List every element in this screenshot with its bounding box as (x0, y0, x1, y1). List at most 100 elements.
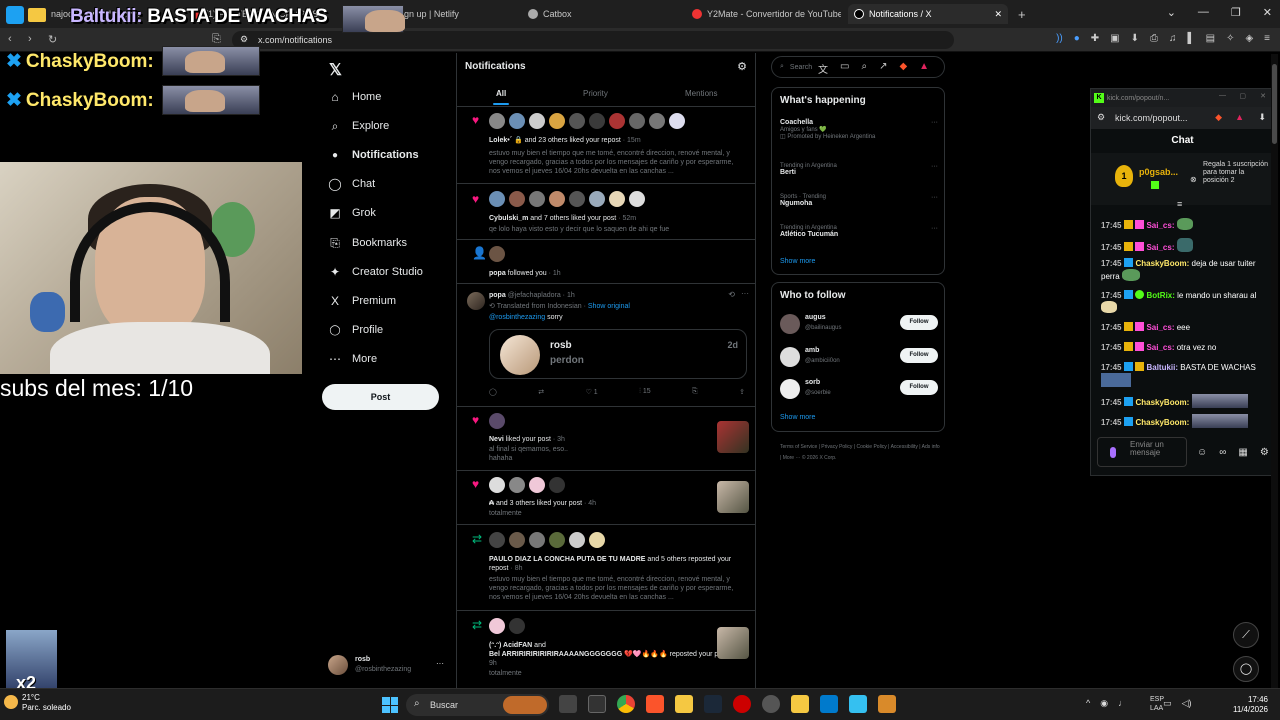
sidebar-item-explore[interactable]: ⌕ Explore (328, 116, 390, 136)
start-button[interactable] (382, 697, 398, 713)
popout-url-bar[interactable]: ⚙ kick.com/popout... ◆ ▲ ⬇ (1091, 107, 1274, 129)
notification-item[interactable]: 👤 popa followed you · 1h (457, 240, 755, 284)
notification-item[interactable]: ⇄ (ᵔ.ᵔ) AcidFAN and Bel ARRIRIRIRIRIRIRAA… (457, 611, 755, 688)
grok-icon[interactable]: ⟲ (728, 290, 735, 299)
obs-icon[interactable] (733, 695, 751, 713)
avatar[interactable] (549, 532, 565, 548)
sidebar-item-grok[interactable]: ◩ Grok (328, 203, 376, 223)
language-indicator[interactable]: ESP LAA (1150, 695, 1164, 713)
post-button[interactable]: Post (322, 384, 439, 410)
avatar[interactable] (467, 292, 485, 310)
taskbar-search[interactable]: ⌕ Buscar (406, 694, 549, 716)
brave-icon[interactable] (646, 695, 664, 713)
avatar[interactable] (509, 113, 525, 129)
chat-username[interactable]: Sai_cs: (1146, 243, 1174, 252)
gear-icon[interactable]: ⚙ (737, 60, 747, 73)
avatar[interactable] (489, 477, 505, 493)
chat-message[interactable]: 17:45 ChaskyBoom: (1101, 414, 1271, 428)
notification-item[interactable]: ♥ Cybulski_m and 7 others liked your pos… (457, 184, 755, 240)
notepad-icon[interactable] (849, 695, 867, 713)
chat-message[interactable]: 17:45 Sai_cs: otra vez no (1101, 342, 1271, 353)
trend-item[interactable]: Trending in Argentina Atlético Tucumán ·… (780, 225, 938, 238)
sidebar-icon[interactable]: ▌ (1188, 33, 1195, 44)
bookmark-icon[interactable]: ⎘ (212, 33, 221, 46)
repost-icon[interactable]: ⇄ (538, 388, 544, 396)
avatar[interactable] (529, 532, 545, 548)
avatar[interactable] (629, 191, 645, 207)
maximize-icon[interactable]: ▢ (1239, 92, 1246, 100)
avatar[interactable] (489, 532, 505, 548)
show-hidden-icon[interactable]: ^ (1086, 698, 1090, 709)
share-icon[interactable]: ⇪ (739, 388, 745, 396)
avatar[interactable] (569, 113, 585, 129)
avatar[interactable] (489, 618, 505, 634)
chat-message[interactable]: 17:45 ChaskyBoom: deja de usar tuiter per… (1101, 258, 1271, 282)
mention-link[interactable]: @rosbinthezazing (489, 314, 545, 321)
pinned-toggle-icon[interactable]: ≡ (1177, 199, 1182, 209)
avatar[interactable] (780, 347, 800, 367)
reload-icon[interactable]: ↻ (48, 33, 57, 46)
gift-sub-prompt[interactable]: Regala 1 suscripción para tomar la posic… (1203, 161, 1269, 185)
vscode-icon[interactable] (820, 695, 838, 713)
chat-username[interactable]: Sai_cs: (1146, 343, 1174, 352)
top-gifter[interactable]: p0gsab... (1139, 167, 1178, 177)
minimize-icon[interactable]: — (1198, 6, 1209, 19)
notification-item[interactable]: ♥ ₳ and 3 others liked your post · 4h to… (457, 471, 755, 525)
chat-username[interactable]: ChaskyBoom: (1135, 398, 1189, 407)
sidebar-item-creator-studio[interactable]: ✦ Creator Studio (328, 262, 423, 282)
avatar[interactable] (549, 113, 565, 129)
avatar[interactable] (569, 532, 585, 548)
wifi-icon[interactable]: )) (1056, 33, 1063, 44)
maximize-icon[interactable]: ❐ (1231, 6, 1241, 19)
avatar[interactable] (489, 413, 505, 429)
more-icon[interactable]: ··· (931, 163, 938, 170)
avatar[interactable] (589, 191, 605, 207)
avatar[interactable] (649, 113, 665, 129)
trend-item[interactable]: Coachella Amigos y fans 💚 ◫ Promoted by … (780, 119, 938, 140)
chat-message[interactable]: 17:45 Sai_cs: (1101, 218, 1271, 231)
notification-item[interactable]: ♥ Lolek•´ 🔒 and 23 others liked your rep… (457, 107, 755, 184)
sidebar-item-premium[interactable]: X Premium (328, 291, 396, 311)
post-thumbnail[interactable] (717, 481, 749, 513)
like-button[interactable]: ♡ 1 (586, 388, 598, 396)
chat-username[interactable]: ChaskyBoom: (1135, 259, 1189, 268)
follow-suggestion[interactable]: augus @bailinaugus Follow (780, 311, 938, 337)
mic-icon[interactable] (1110, 447, 1116, 458)
quoted-post[interactable]: rosb perdon 2d (489, 329, 747, 379)
file-explorer-icon[interactable] (675, 695, 693, 713)
volume-icon[interactable]: ◁) (1182, 698, 1192, 709)
user-name[interactable]: popa (489, 292, 506, 299)
more-icon[interactable]: ··· (741, 289, 749, 298)
ai-icon[interactable]: ✧ (1226, 33, 1234, 44)
avatar[interactable] (589, 532, 605, 548)
notification-item[interactable]: ♥ Nevi liked your post · 3h al final si … (457, 407, 755, 471)
tab-3[interactable]: Sign up | Netlify (390, 4, 510, 24)
follow-suggestion[interactable]: amb @ambicii0on Follow (780, 344, 938, 370)
chat-message[interactable]: 17:45 Baltukii: BASTA DE WACHAS (1101, 362, 1271, 387)
avatar[interactable] (529, 477, 545, 493)
search-input[interactable]: ⌕ Search (771, 56, 945, 78)
vpn-icon[interactable]: ◈ (1245, 33, 1253, 44)
puzzle-icon[interactable]: ✚ (1091, 33, 1099, 44)
avatar[interactable] (529, 113, 545, 129)
scrollbar-thumb[interactable] (1272, 64, 1277, 144)
reply-icon[interactable]: ◯ (489, 388, 497, 396)
chat-message[interactable]: 17:45 Sai_cs: (1101, 238, 1271, 253)
chat-username[interactable]: Sai_cs: (1146, 221, 1174, 230)
trend-item[interactable]: Trending in Argentina Berti ··· (780, 163, 938, 176)
network-icon[interactable]: ▭ (1163, 698, 1172, 709)
avatar[interactable] (589, 113, 605, 129)
close-tab-icon[interactable]: ✕ (994, 9, 1002, 20)
discord-icon[interactable]: ◉ (1100, 698, 1108, 709)
sidebar-item-bookmarks[interactable]: ⎘ Bookmarks (328, 233, 407, 253)
x-logo-icon[interactable]: 𝕏 (329, 60, 342, 80)
tab-all[interactable]: All (496, 89, 506, 98)
sidebar-item-notifications[interactable]: ● Notifications (328, 145, 419, 165)
sidebar-item-home[interactable]: ⌂ Home (328, 87, 381, 107)
sidebar-item-profile[interactable]: ◯ Profile (328, 320, 383, 340)
pen-app-icon[interactable] (791, 695, 809, 713)
messages-icon[interactable]: ◯ (1233, 656, 1259, 682)
chat-username[interactable]: Baltukii: (1146, 363, 1178, 372)
site-info-icon[interactable]: ⚙ (1097, 112, 1105, 123)
gift-icon[interactable]: ▦ (1238, 447, 1247, 458)
